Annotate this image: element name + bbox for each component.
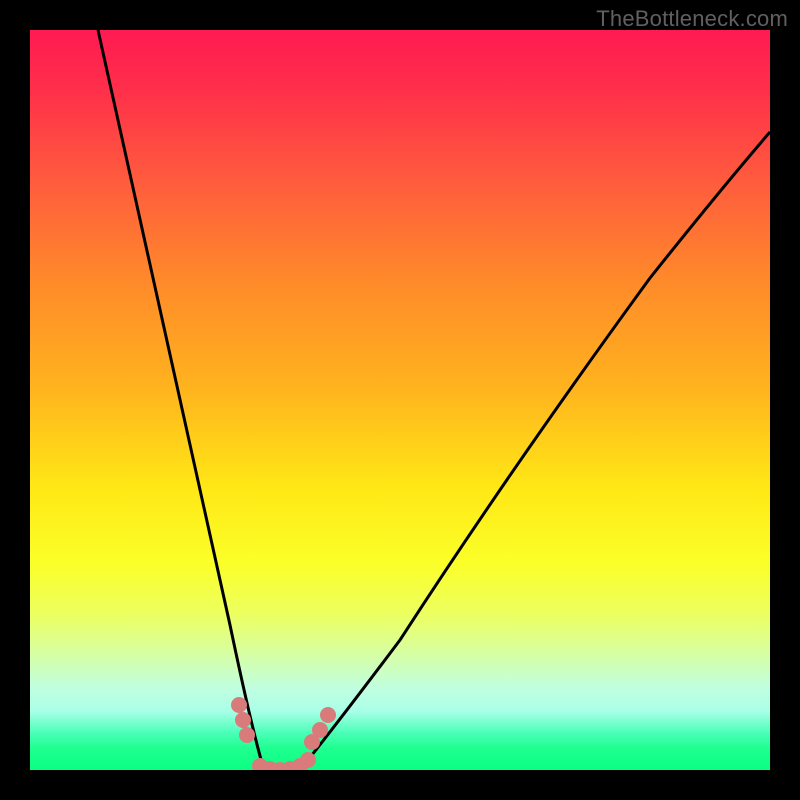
curve-svg bbox=[30, 30, 770, 770]
chart-frame: TheBottleneck.com bbox=[0, 0, 800, 800]
markers-bottom bbox=[252, 752, 316, 770]
curve-right-arm bbox=[300, 132, 770, 770]
plot-area bbox=[30, 30, 770, 770]
watermark: TheBottleneck.com bbox=[596, 6, 788, 32]
curve-left-arm bbox=[98, 30, 264, 770]
